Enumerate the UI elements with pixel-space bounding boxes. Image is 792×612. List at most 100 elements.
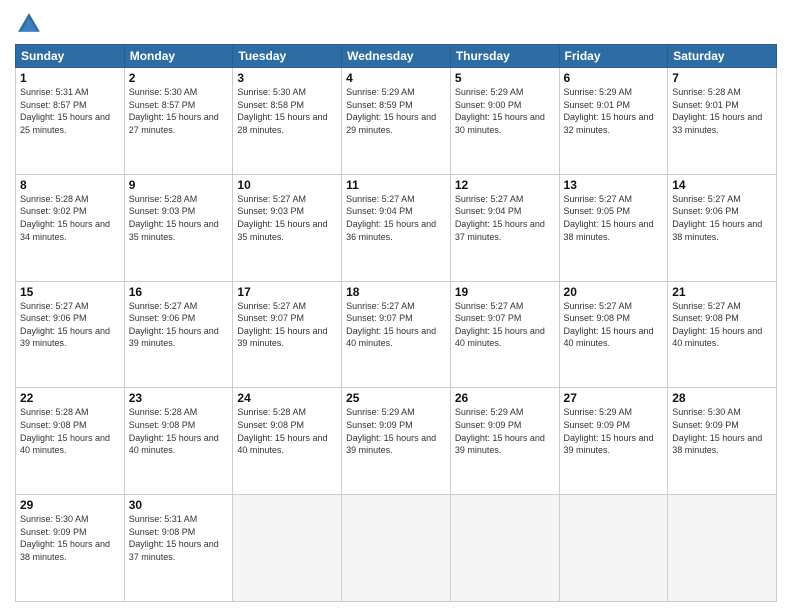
calendar-week-1: 1Sunrise: 5:31 AMSunset: 8:57 PMDaylight… [16,68,777,175]
calendar-cell: 24Sunrise: 5:28 AMSunset: 9:08 PMDayligh… [233,388,342,495]
calendar-cell: 9Sunrise: 5:28 AMSunset: 9:03 PMDaylight… [124,174,233,281]
day-number: 10 [237,178,337,192]
calendar-cell: 21Sunrise: 5:27 AMSunset: 9:08 PMDayligh… [668,281,777,388]
day-info: Sunrise: 5:31 AMSunset: 8:57 PMDaylight:… [20,86,120,136]
day-number: 11 [346,178,446,192]
day-number: 12 [455,178,555,192]
calendar-cell: 28Sunrise: 5:30 AMSunset: 9:09 PMDayligh… [668,388,777,495]
calendar-cell: 1Sunrise: 5:31 AMSunset: 8:57 PMDaylight… [16,68,125,175]
day-number: 18 [346,285,446,299]
day-info: Sunrise: 5:30 AMSunset: 9:09 PMDaylight:… [672,406,772,456]
calendar-week-2: 8Sunrise: 5:28 AMSunset: 9:02 PMDaylight… [16,174,777,281]
day-info: Sunrise: 5:29 AMSunset: 8:59 PMDaylight:… [346,86,446,136]
day-number: 4 [346,71,446,85]
header [15,10,777,38]
day-number: 9 [129,178,229,192]
column-header-tuesday: Tuesday [233,45,342,68]
column-header-sunday: Sunday [16,45,125,68]
day-info: Sunrise: 5:30 AMSunset: 8:58 PMDaylight:… [237,86,337,136]
day-info: Sunrise: 5:30 AMSunset: 9:09 PMDaylight:… [20,513,120,563]
calendar-header-row: SundayMondayTuesdayWednesdayThursdayFrid… [16,45,777,68]
day-info: Sunrise: 5:28 AMSunset: 9:08 PMDaylight:… [20,406,120,456]
logo [15,10,47,38]
day-info: Sunrise: 5:30 AMSunset: 8:57 PMDaylight:… [129,86,229,136]
day-number: 23 [129,391,229,405]
column-header-monday: Monday [124,45,233,68]
day-number: 28 [672,391,772,405]
calendar-cell: 29Sunrise: 5:30 AMSunset: 9:09 PMDayligh… [16,495,125,602]
calendar-cell: 16Sunrise: 5:27 AMSunset: 9:06 PMDayligh… [124,281,233,388]
day-number: 17 [237,285,337,299]
calendar-cell: 25Sunrise: 5:29 AMSunset: 9:09 PMDayligh… [342,388,451,495]
calendar-cell: 12Sunrise: 5:27 AMSunset: 9:04 PMDayligh… [450,174,559,281]
calendar-cell: 3Sunrise: 5:30 AMSunset: 8:58 PMDaylight… [233,68,342,175]
calendar-cell: 23Sunrise: 5:28 AMSunset: 9:08 PMDayligh… [124,388,233,495]
day-number: 3 [237,71,337,85]
page: SundayMondayTuesdayWednesdayThursdayFrid… [0,0,792,612]
day-info: Sunrise: 5:27 AMSunset: 9:07 PMDaylight:… [346,300,446,350]
day-number: 13 [564,178,664,192]
calendar-cell: 26Sunrise: 5:29 AMSunset: 9:09 PMDayligh… [450,388,559,495]
calendar-week-4: 22Sunrise: 5:28 AMSunset: 9:08 PMDayligh… [16,388,777,495]
day-number: 7 [672,71,772,85]
day-number: 16 [129,285,229,299]
day-info: Sunrise: 5:27 AMSunset: 9:06 PMDaylight:… [129,300,229,350]
calendar-week-5: 29Sunrise: 5:30 AMSunset: 9:09 PMDayligh… [16,495,777,602]
day-number: 1 [20,71,120,85]
column-header-friday: Friday [559,45,668,68]
calendar-week-3: 15Sunrise: 5:27 AMSunset: 9:06 PMDayligh… [16,281,777,388]
calendar-cell [559,495,668,602]
day-info: Sunrise: 5:29 AMSunset: 9:01 PMDaylight:… [564,86,664,136]
day-info: Sunrise: 5:27 AMSunset: 9:06 PMDaylight:… [672,193,772,243]
calendar-cell: 8Sunrise: 5:28 AMSunset: 9:02 PMDaylight… [16,174,125,281]
day-info: Sunrise: 5:27 AMSunset: 9:07 PMDaylight:… [237,300,337,350]
day-number: 19 [455,285,555,299]
day-number: 29 [20,498,120,512]
calendar-cell: 27Sunrise: 5:29 AMSunset: 9:09 PMDayligh… [559,388,668,495]
calendar-cell: 7Sunrise: 5:28 AMSunset: 9:01 PMDaylight… [668,68,777,175]
column-header-wednesday: Wednesday [342,45,451,68]
calendar-cell [668,495,777,602]
day-number: 25 [346,391,446,405]
calendar-cell: 30Sunrise: 5:31 AMSunset: 9:08 PMDayligh… [124,495,233,602]
calendar-cell: 15Sunrise: 5:27 AMSunset: 9:06 PMDayligh… [16,281,125,388]
day-number: 2 [129,71,229,85]
calendar-cell: 2Sunrise: 5:30 AMSunset: 8:57 PMDaylight… [124,68,233,175]
day-number: 20 [564,285,664,299]
day-number: 24 [237,391,337,405]
day-number: 26 [455,391,555,405]
calendar-cell [342,495,451,602]
day-number: 15 [20,285,120,299]
day-number: 8 [20,178,120,192]
calendar-cell: 19Sunrise: 5:27 AMSunset: 9:07 PMDayligh… [450,281,559,388]
day-info: Sunrise: 5:29 AMSunset: 9:00 PMDaylight:… [455,86,555,136]
day-info: Sunrise: 5:27 AMSunset: 9:05 PMDaylight:… [564,193,664,243]
day-info: Sunrise: 5:28 AMSunset: 9:08 PMDaylight:… [237,406,337,456]
day-info: Sunrise: 5:27 AMSunset: 9:04 PMDaylight:… [455,193,555,243]
day-number: 22 [20,391,120,405]
logo-icon [15,10,43,38]
calendar-cell: 13Sunrise: 5:27 AMSunset: 9:05 PMDayligh… [559,174,668,281]
calendar-cell [450,495,559,602]
column-header-saturday: Saturday [668,45,777,68]
calendar-cell: 18Sunrise: 5:27 AMSunset: 9:07 PMDayligh… [342,281,451,388]
day-info: Sunrise: 5:28 AMSunset: 9:02 PMDaylight:… [20,193,120,243]
day-info: Sunrise: 5:27 AMSunset: 9:08 PMDaylight:… [672,300,772,350]
day-info: Sunrise: 5:29 AMSunset: 9:09 PMDaylight:… [346,406,446,456]
calendar-cell: 11Sunrise: 5:27 AMSunset: 9:04 PMDayligh… [342,174,451,281]
day-number: 30 [129,498,229,512]
calendar-cell: 20Sunrise: 5:27 AMSunset: 9:08 PMDayligh… [559,281,668,388]
calendar-cell: 14Sunrise: 5:27 AMSunset: 9:06 PMDayligh… [668,174,777,281]
calendar-cell: 4Sunrise: 5:29 AMSunset: 8:59 PMDaylight… [342,68,451,175]
calendar-cell: 17Sunrise: 5:27 AMSunset: 9:07 PMDayligh… [233,281,342,388]
column-header-thursday: Thursday [450,45,559,68]
day-number: 21 [672,285,772,299]
day-info: Sunrise: 5:27 AMSunset: 9:08 PMDaylight:… [564,300,664,350]
day-number: 27 [564,391,664,405]
day-info: Sunrise: 5:31 AMSunset: 9:08 PMDaylight:… [129,513,229,563]
day-info: Sunrise: 5:27 AMSunset: 9:06 PMDaylight:… [20,300,120,350]
calendar-cell: 6Sunrise: 5:29 AMSunset: 9:01 PMDaylight… [559,68,668,175]
day-info: Sunrise: 5:28 AMSunset: 9:01 PMDaylight:… [672,86,772,136]
day-info: Sunrise: 5:27 AMSunset: 9:07 PMDaylight:… [455,300,555,350]
day-info: Sunrise: 5:28 AMSunset: 9:08 PMDaylight:… [129,406,229,456]
